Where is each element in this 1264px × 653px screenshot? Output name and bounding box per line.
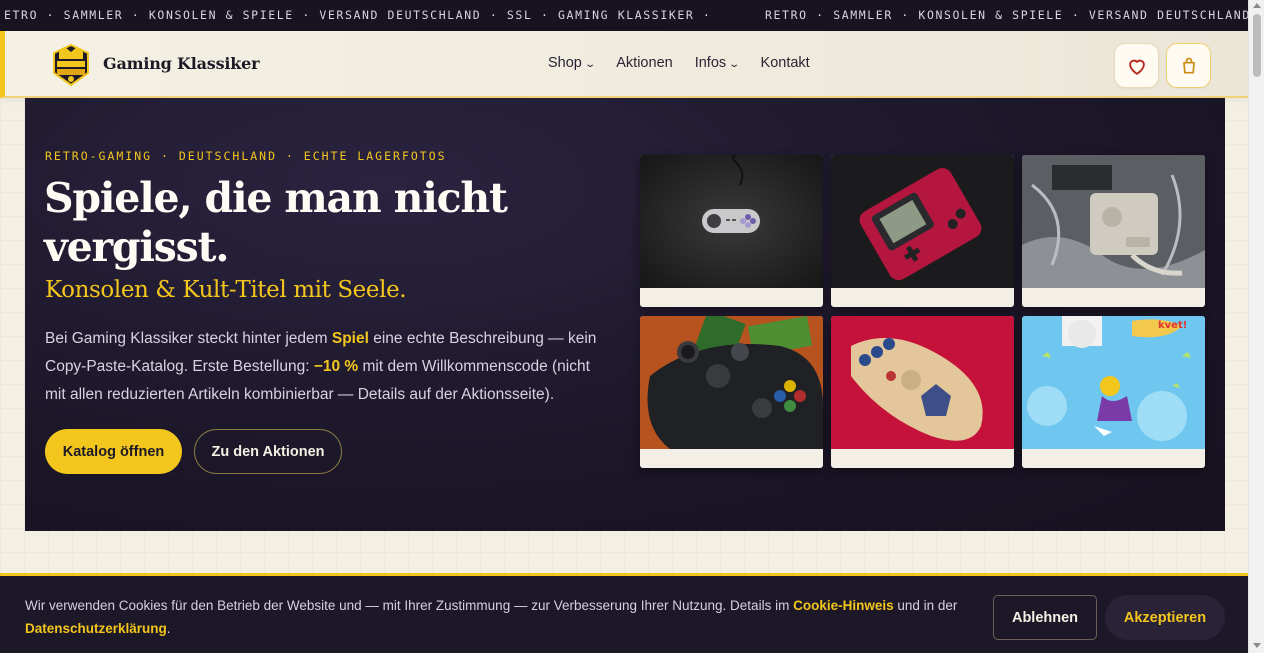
wishlist-button[interactable] <box>1114 43 1159 88</box>
cookie-text: und in der <box>893 598 958 613</box>
privacy-policy-link[interactable]: Datenschutzerklärung <box>25 621 167 636</box>
nav-item-label: Kontakt <box>760 55 810 71</box>
snes-controller-photo[interactable] <box>640 155 823 307</box>
scroll-up-arrow-icon[interactable] <box>1253 3 1261 8</box>
zelda-controller-image <box>831 316 1014 449</box>
zelda-controller-photo[interactable] <box>831 316 1014 468</box>
nav-item-label: Aktionen <box>616 55 673 71</box>
xbox-controller-photo[interactable] <box>640 316 823 468</box>
scroll-down-arrow-icon[interactable] <box>1253 643 1261 648</box>
hero-discount: −10 % <box>313 358 359 375</box>
accept-cookies-button[interactable]: Akzeptieren <box>1105 595 1225 640</box>
shopping-bag-icon <box>1182 57 1195 73</box>
ticker-text: ETRO · SAMMLER · KONSOLEN & SPIELE · VER… <box>4 8 712 22</box>
cookie-text: . <box>166 621 171 636</box>
hero-section: RETRO-GAMING · DEUTSCHLAND · ECHTE LAGER… <box>25 98 1225 531</box>
hero-kicker: RETRO-GAMING · DEUTSCHLAND · ECHTE LAGER… <box>45 149 447 163</box>
gameboy-color-image <box>831 155 1014 288</box>
nav-item-infos[interactable]: Infos ⌄ <box>694 55 741 71</box>
snes-controller-image <box>640 155 823 288</box>
hero-highlight[interactable]: Spiel <box>332 330 369 347</box>
dreamcast-console-image <box>1022 155 1205 288</box>
nav-item-kontakt[interactable]: Kontakt <box>761 55 810 71</box>
cookie-policy-link[interactable]: Cookie-Hinweis <box>793 598 894 613</box>
brand-name[interactable]: Gaming Klassiker <box>103 54 260 73</box>
svg-text:kvet!: kvet! <box>1158 320 1187 331</box>
chevron-down-icon: ⌄ <box>728 58 741 70</box>
cookie-text: Wir verwenden Cookies für den Betrieb de… <box>25 598 794 613</box>
scrollbar-thumb[interactable] <box>1253 14 1261 77</box>
cookie-notice-text: Wir verwenden Cookies für den Betrieb de… <box>25 594 965 640</box>
rayman-game-art-image: kvet! <box>1022 316 1205 449</box>
gameboy-color-photo[interactable] <box>831 155 1014 307</box>
page-scrollbar[interactable] <box>1248 0 1264 653</box>
nav-item-label: Infos <box>694 55 727 71</box>
nav-item-shop[interactable]: Shop ⌄ <box>548 55 596 71</box>
hero-headline: Spiele, die man nicht vergisst. <box>44 174 508 271</box>
xbox-controller-image <box>640 316 823 449</box>
decline-cookies-button[interactable]: Ablehnen <box>993 595 1097 640</box>
dreamcast-console-photo[interactable] <box>1022 155 1205 307</box>
ticker-text-repeat: RETRO · SAMMLER · KONSOLEN & SPIELE · VE… <box>765 8 1248 22</box>
gaming-klassiker-logo[interactable] <box>50 43 92 87</box>
cookie-banner: Wir verwenden Cookies für den Betrieb de… <box>0 573 1248 653</box>
nav-item-label: Shop <box>548 55 582 71</box>
main-nav: Shop ⌄ Aktionen Infos ⌄ Kontakt <box>548 55 810 71</box>
cart-button[interactable] <box>1166 43 1211 88</box>
rayman-game-art-photo[interactable]: kvet! <box>1022 316 1205 468</box>
open-catalog-button[interactable]: Katalog öffnen <box>45 429 182 474</box>
heart-icon <box>1128 59 1145 75</box>
chevron-down-icon: ⌄ <box>584 58 596 70</box>
product-photo-gallery: kvet! <box>640 155 1206 468</box>
hero-description: Bei Gaming Klassiker steckt hinter jedem… <box>45 325 605 409</box>
hero-text: Bei Gaming Klassiker steckt hinter jedem <box>45 330 332 347</box>
announcement-ticker: ETRO · SAMMLER · KONSOLEN & SPIELE · VER… <box>0 0 1248 31</box>
deals-button[interactable]: Zu den Aktionen <box>194 429 342 474</box>
nav-item-aktionen[interactable]: Aktionen <box>616 55 672 71</box>
site-header: Gaming Klassiker Shop ⌄ Aktionen Infos ⌄… <box>0 31 1248 98</box>
hero-subhead: Konsolen & Kult-Titel mit Seele. <box>45 277 407 303</box>
